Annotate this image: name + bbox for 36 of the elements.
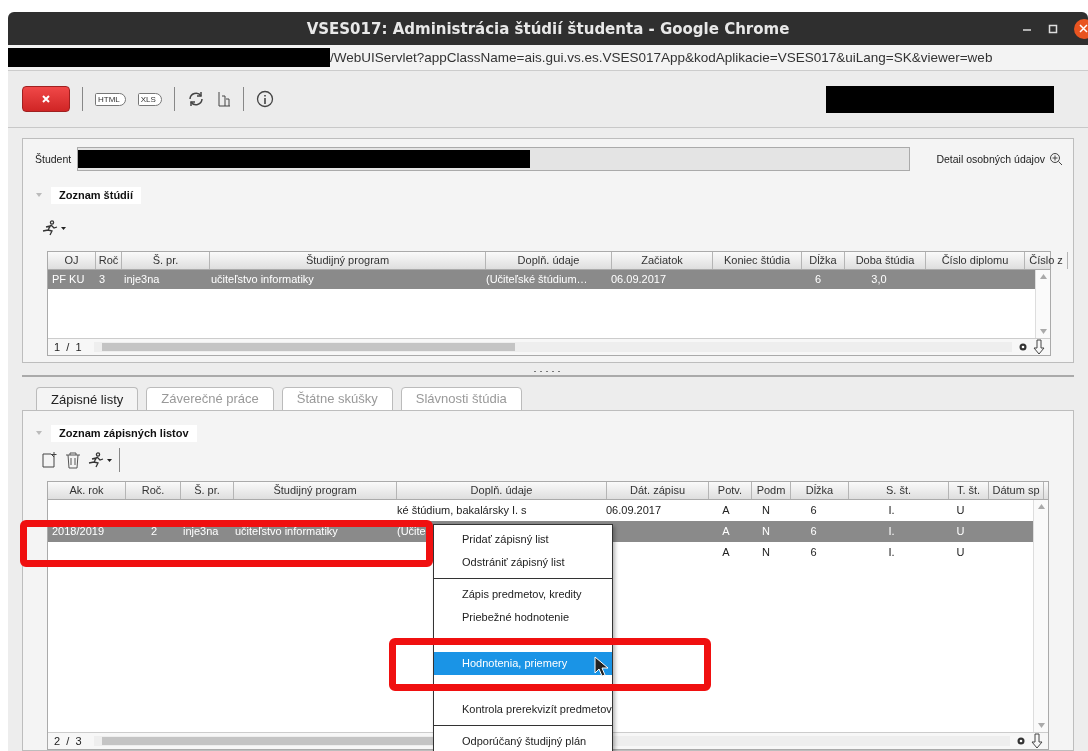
table-cell: U — [956, 546, 965, 558]
table-cell: I. — [888, 546, 895, 558]
table-cell: 3 — [99, 273, 106, 285]
table-cell: učiteľstvo informatiky — [211, 273, 314, 285]
table-cell: 3,0 — [871, 273, 887, 285]
table-cell: (Učiteľské štúdium… — [486, 273, 588, 285]
table-cell: U — [956, 504, 965, 516]
table-cell: 6 — [810, 546, 817, 558]
section-title: Zoznam štúdií — [51, 186, 141, 204]
table-cell: inje3na — [183, 525, 219, 537]
table-cell: 6 — [814, 273, 822, 285]
table-cell: 2018/2019 — [52, 525, 104, 537]
table-cell: A — [722, 525, 730, 537]
table-cell: A — [722, 546, 730, 558]
table-cell: inje3na — [124, 273, 160, 285]
window-title: VSES017: Administrácia štúdií študenta - Google Chrome — [306, 19, 790, 38]
table-cell: 06.09.2017 — [611, 273, 667, 285]
section-title: Zoznam zápisných listov — [51, 424, 197, 442]
table-cell: 6 — [810, 525, 817, 537]
table-cell: PF KU — [52, 273, 85, 285]
table-cell: A — [722, 504, 730, 516]
table-cell: U — [956, 525, 965, 537]
page-indicator: 2 / 3 — [53, 735, 83, 747]
table-cell: I. — [888, 525, 895, 537]
table-cell: N — [762, 525, 770, 537]
table-cell: N — [762, 546, 770, 558]
table-cell: N — [762, 504, 770, 516]
field-label: Študent — [35, 153, 72, 165]
page-indicator: 1 / 1 — [53, 341, 83, 353]
table-cell: 2 — [150, 525, 158, 537]
table-cell: ké štúdium, bakalársky I. s — [397, 504, 527, 516]
table-cell: I. — [888, 504, 895, 516]
table-cell: (Učite — [397, 525, 426, 537]
table-cell: 6 — [810, 504, 817, 516]
table-cell: 06.09.2017 — [606, 504, 662, 516]
table-cell: učiteľstvo informatiky — [235, 525, 338, 537]
